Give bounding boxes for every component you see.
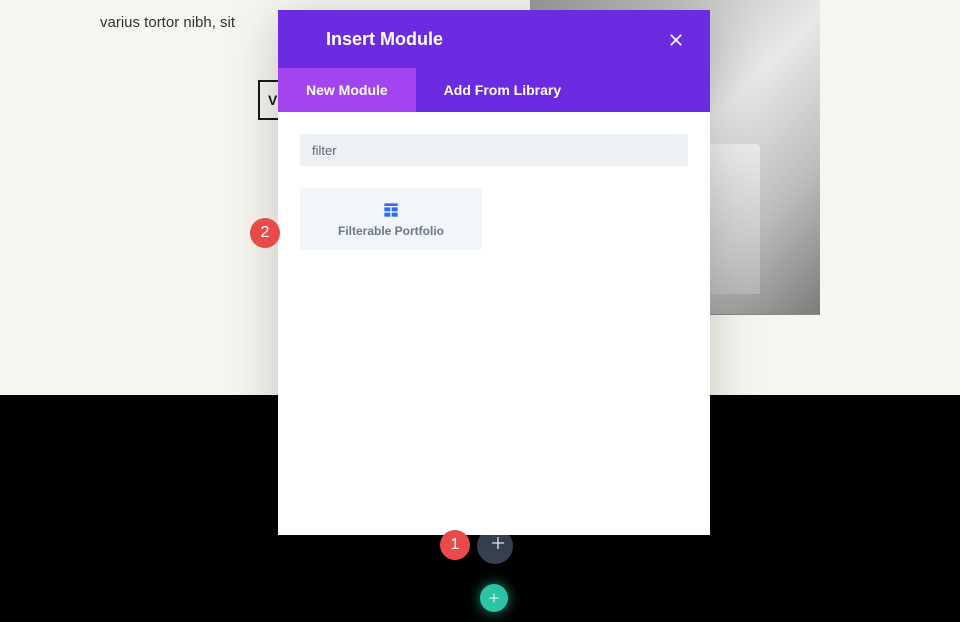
annotation-marker-2: 2: [250, 218, 280, 248]
tab-new-module[interactable]: New Module: [278, 68, 416, 112]
modal-tabs: New Module Add From Library: [278, 68, 710, 112]
close-icon: [669, 33, 683, 47]
insert-module-modal: Insert Module New Module Add From Librar…: [278, 10, 710, 535]
lorem-text-fragment: varius tortor nibh, sit: [100, 14, 235, 31]
module-grid: Filterable Portfolio: [300, 188, 688, 250]
plus-icon: [490, 535, 506, 551]
plus-icon: [488, 592, 500, 604]
tab-add-from-library[interactable]: Add From Library: [416, 68, 589, 112]
annotation-marker-1: 1: [440, 530, 470, 560]
modal-close-button[interactable]: [666, 30, 686, 50]
modal-body: Filterable Portfolio: [278, 112, 710, 535]
grid-icon: [308, 202, 474, 218]
module-label: Filterable Portfolio: [308, 224, 474, 238]
add-section-button[interactable]: [480, 584, 508, 612]
module-filterable-portfolio[interactable]: Filterable Portfolio: [300, 188, 482, 250]
modal-header: Insert Module: [278, 10, 710, 68]
modal-title: Insert Module: [326, 29, 443, 50]
module-search-input[interactable]: [300, 134, 688, 166]
